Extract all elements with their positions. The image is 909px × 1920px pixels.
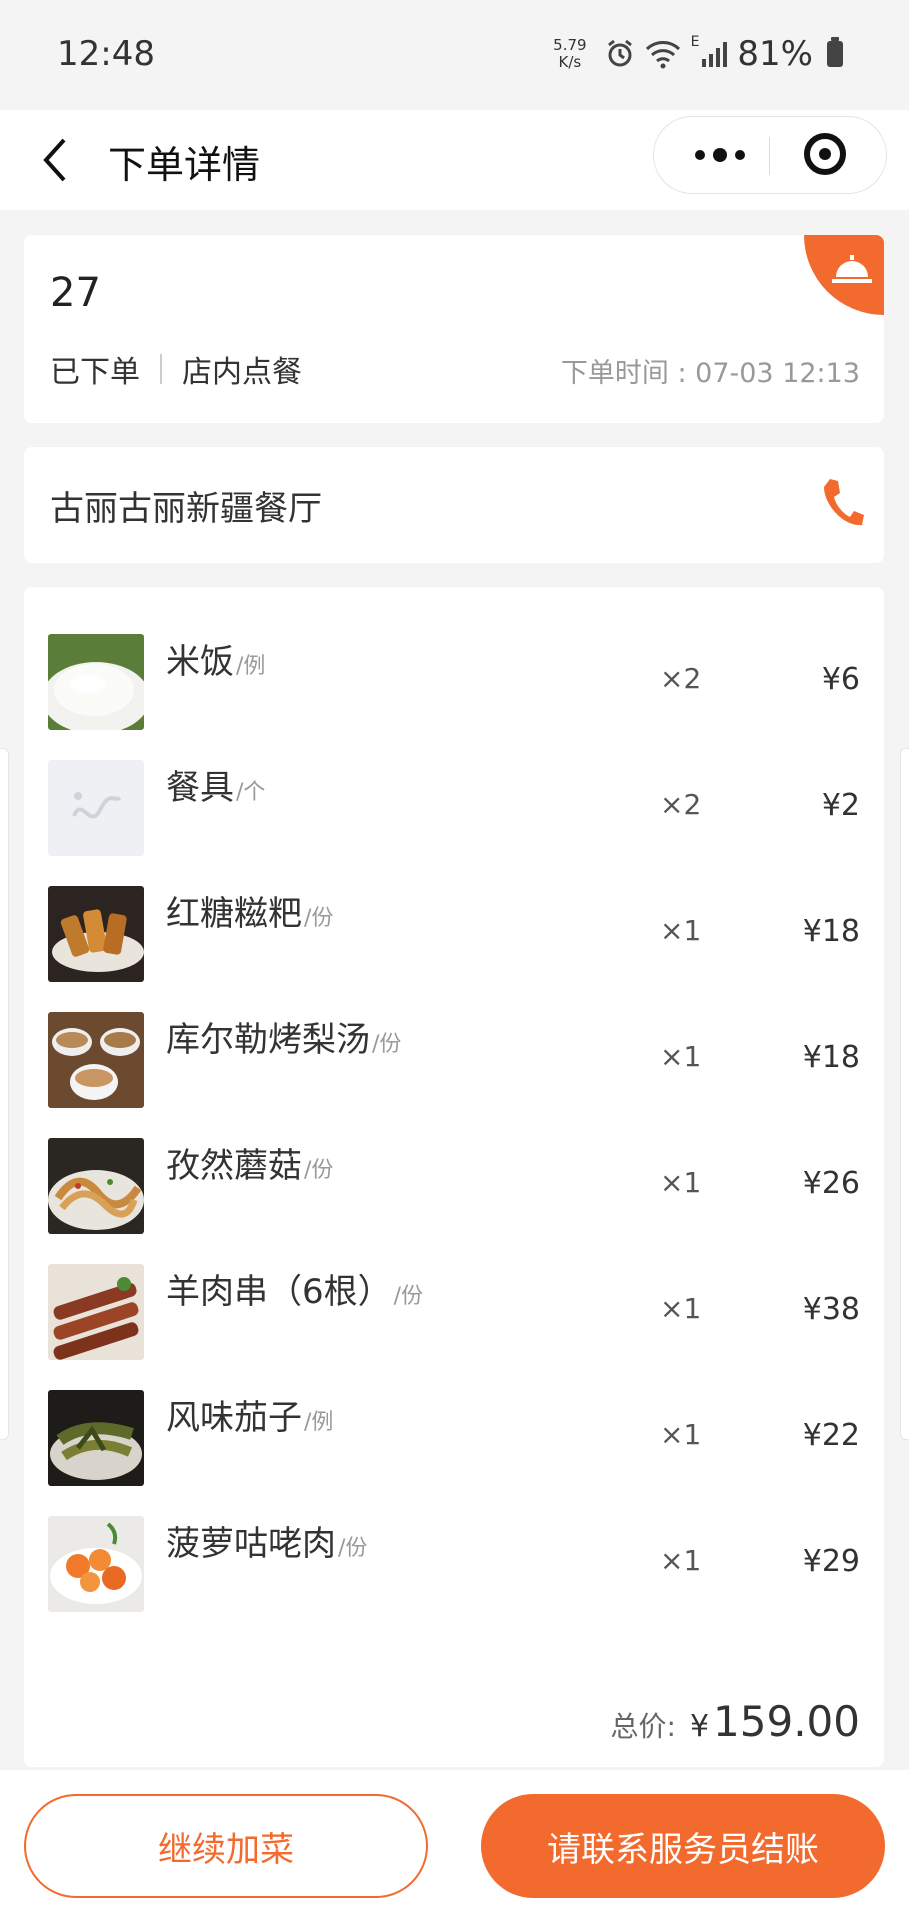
- mini-program-capsule: [653, 116, 887, 194]
- capsule-divider: [769, 137, 770, 175]
- list-item: 孜然蘑菇/份 ×1 ¥26: [24, 1138, 884, 1238]
- order-type: 店内点餐: [182, 355, 302, 390]
- continue-adding-button[interactable]: 继续加菜: [24, 1794, 428, 1898]
- item-name: 餐具/个: [166, 768, 266, 808]
- sweet-sour-pork-thumbnail: [48, 1516, 144, 1612]
- item-unit: /份: [304, 1158, 334, 1183]
- status-icons: 5.79 K/s E 81%: [553, 34, 843, 74]
- cumin-mushroom-thumbnail: [48, 1138, 144, 1234]
- item-unit: /个: [236, 780, 266, 805]
- item-price: ¥29: [802, 1544, 860, 1579]
- order-time: 下单时间 : 07-03 12:13: [560, 358, 860, 389]
- shop-name: 古丽古丽新疆餐厅: [50, 489, 322, 529]
- order-status-row: 已下单 店内点餐: [50, 347, 302, 391]
- item-price: ¥18: [802, 914, 860, 949]
- list-item: 菠萝咕咾肉/份 ×1 ¥29: [24, 1516, 884, 1616]
- item-unit: /例: [236, 654, 266, 679]
- list-item: 红糖糍粑/份 ×1 ¥18: [24, 886, 884, 986]
- phone-icon[interactable]: [820, 477, 864, 529]
- item-unit: /份: [393, 1284, 424, 1309]
- target-icon[interactable]: [804, 133, 846, 175]
- item-name: 库尔勒烤梨汤/份: [166, 1020, 402, 1060]
- item-qty: ×1: [660, 1166, 702, 1199]
- item-name: 风味茄子/例: [166, 1398, 334, 1438]
- item-unit: /份: [372, 1032, 402, 1057]
- item-qty: ×2: [660, 788, 702, 821]
- chevron-left-icon[interactable]: [36, 132, 76, 188]
- nav-header: 下单详情: [0, 110, 909, 210]
- status-divider: [160, 354, 162, 384]
- item-name: 孜然蘑菇/份: [166, 1146, 334, 1186]
- status-bar: 12:48 5.79 K/s E 81%: [0, 0, 909, 110]
- list-item: 风味茄子/例 ×1 ¥22: [24, 1390, 884, 1490]
- image-placeholder-icon: [48, 760, 144, 856]
- bottom-action-bar: 继续加菜 请联系服务员结账: [0, 1770, 909, 1920]
- network-type: E: [690, 34, 700, 50]
- item-name: 菠萝咕咾肉/份: [166, 1524, 368, 1564]
- checkout-button[interactable]: 请联系服务员结账: [481, 1794, 885, 1898]
- brown-sugar-cake-thumbnail: [48, 886, 144, 982]
- item-price: ¥18: [802, 1040, 860, 1075]
- total-price: 总价: ¥ 159.00: [611, 1697, 861, 1746]
- order-items-card: 米饭/例 ×2 ¥6 餐具/个 ×2 ¥2 红糖糍粑/份 ×1 ¥18 库尔勒烤…: [24, 587, 884, 1767]
- item-price: ¥38: [802, 1292, 860, 1327]
- item-unit: /份: [304, 906, 334, 931]
- item-name: 红糖糍粑/份: [166, 894, 334, 934]
- pear-soup-thumbnail: [48, 1012, 144, 1108]
- item-price: ¥26: [802, 1166, 860, 1201]
- item-qty: ×2: [660, 662, 702, 695]
- list-item: 羊肉串（6根）/份 ×1 ¥38: [24, 1264, 884, 1364]
- alarm-icon: [607, 39, 632, 67]
- item-qty: ×1: [660, 1544, 702, 1577]
- signal-icon: [702, 42, 728, 67]
- right-edge-hint: [900, 748, 909, 1440]
- item-qty: ×1: [660, 1292, 702, 1325]
- total-label: 总价:: [610, 1710, 676, 1743]
- item-price: ¥2: [821, 788, 860, 823]
- item-unit: /例: [304, 1410, 334, 1435]
- status-time: 12:48: [57, 34, 155, 74]
- page-title: 下单详情: [108, 143, 261, 187]
- order-status: 已下单: [50, 355, 140, 390]
- total-value: 159.00: [713, 1697, 860, 1746]
- battery-percent: 81%: [737, 34, 813, 74]
- item-qty: ×1: [660, 1040, 702, 1073]
- list-item: 库尔勒烤梨汤/份 ×1 ¥18: [24, 1012, 884, 1112]
- item-unit: /份: [338, 1536, 368, 1561]
- item-name: 羊肉串（6根）/份: [166, 1272, 424, 1312]
- wifi-icon: [645, 41, 680, 69]
- eggplant-thumbnail: [48, 1390, 144, 1486]
- list-item: 餐具/个 ×2 ¥2: [24, 760, 884, 860]
- corner-badge: [804, 235, 884, 315]
- item-name: 米饭/例: [166, 642, 266, 682]
- lamb-skewer-thumbnail: [48, 1264, 144, 1360]
- order-number: 27: [50, 270, 101, 316]
- more-dots-icon[interactable]: [690, 141, 750, 169]
- item-qty: ×1: [660, 914, 702, 947]
- total-currency: ¥: [689, 1709, 710, 1744]
- item-price: ¥6: [821, 662, 860, 697]
- order-info-card: 27 已下单 店内点餐 下单时间 : 07-03 12:13: [24, 235, 884, 423]
- shop-card: 古丽古丽新疆餐厅: [24, 447, 884, 563]
- rice-thumbnail: [48, 634, 144, 730]
- item-price: ¥22: [802, 1418, 860, 1453]
- battery-icon: [827, 37, 843, 67]
- service-bell-icon: [832, 255, 872, 283]
- network-speed: 5.79 K/s: [553, 36, 587, 71]
- left-edge-hint: [0, 748, 9, 1440]
- item-qty: ×1: [660, 1418, 702, 1451]
- list-item: 米饭/例 ×2 ¥6: [24, 634, 884, 734]
